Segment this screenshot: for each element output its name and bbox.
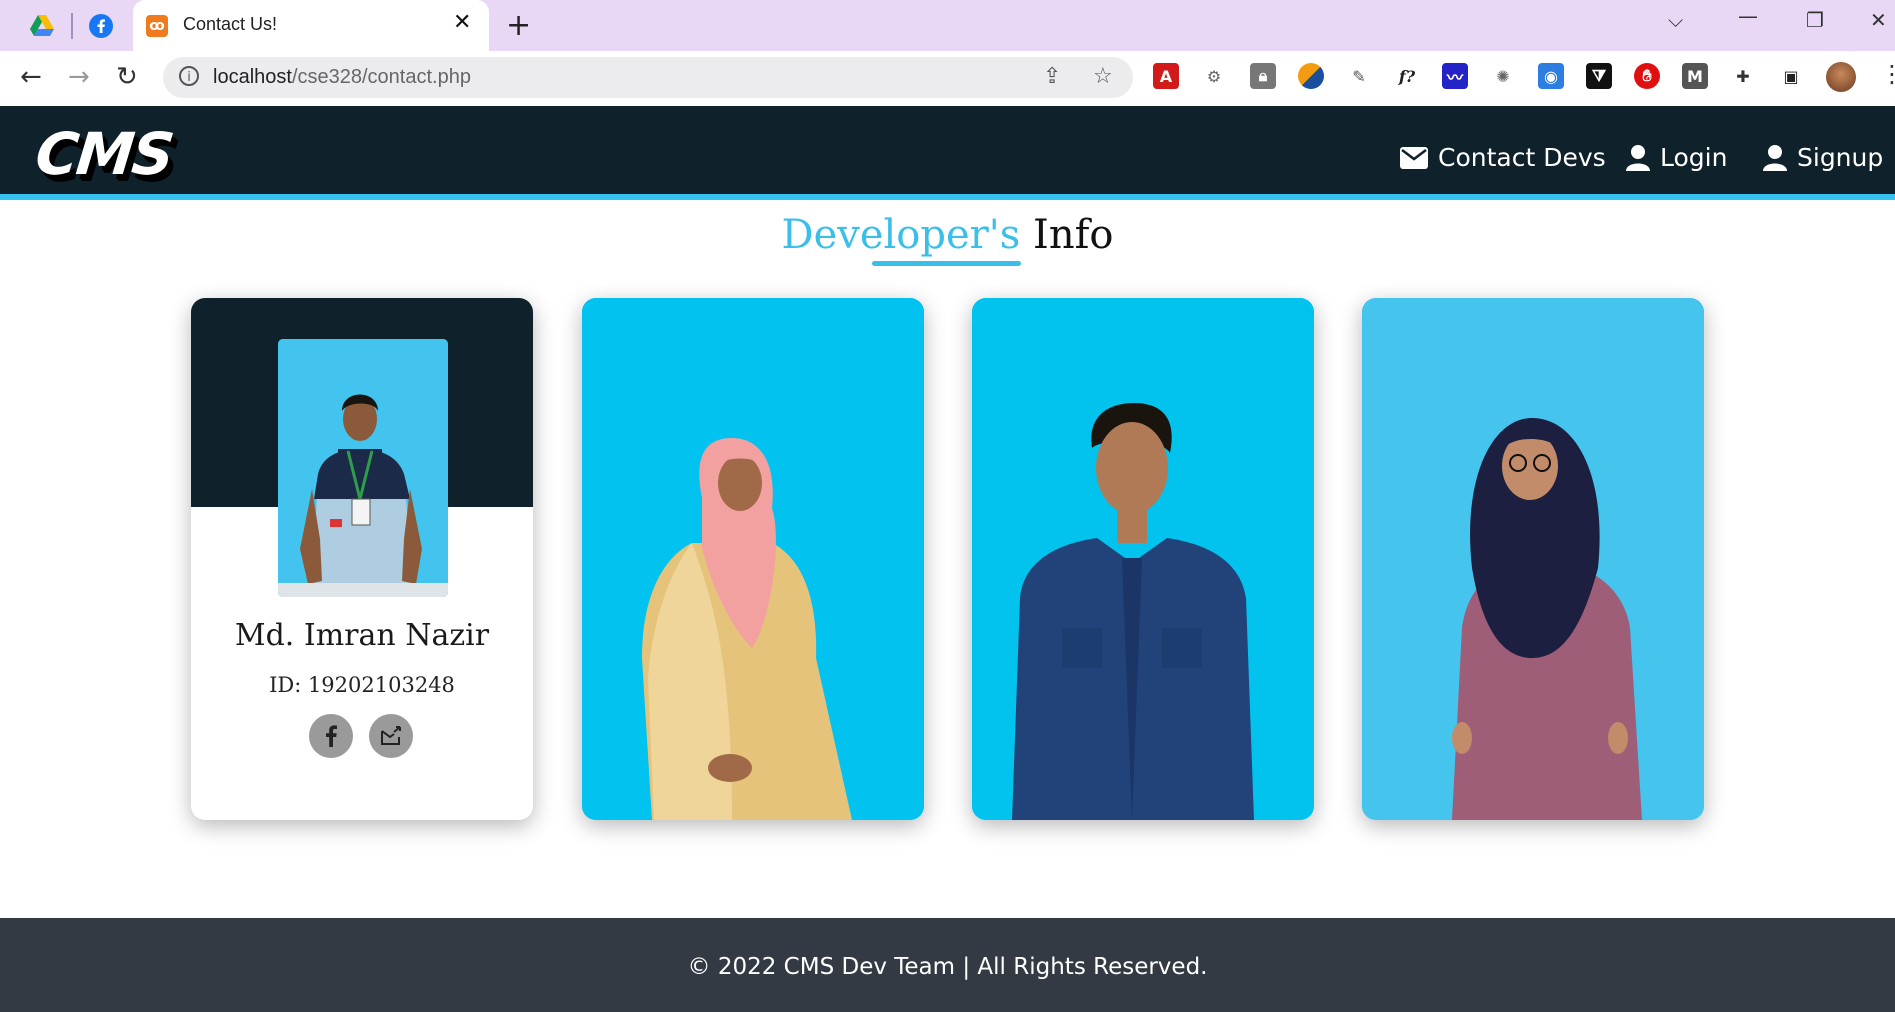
facebook-button[interactable] [309,714,353,758]
tab-contact-us[interactable]: ꝏ Contact Us! ✕ [133,0,489,51]
extension-icon[interactable]: ✺ [1490,63,1516,89]
nav-contact-devs[interactable]: Contact Devs [1400,143,1606,172]
xampp-favicon-icon: ꝏ [146,15,168,37]
tab-title: Contact Us! [183,14,278,34]
facebook-icon [326,725,337,747]
browser-tab-strip: ꝏ Contact Us! ✕ + ⌵ — ❐ ✕ [0,0,1895,51]
url-text[interactable]: localhost/cse328/contact.php [213,66,471,89]
email-button[interactable] [369,714,413,758]
cms-logo[interactable]: CMS [32,120,175,188]
restore-icon[interactable]: ❐ [1806,8,1824,32]
developer-photo-card[interactable] [972,298,1314,820]
developer-photo [278,339,448,597]
font-extension-icon[interactable]: f? [1394,63,1420,89]
pdf-extension-icon[interactable]: A [1153,63,1179,89]
chrome-menu-icon[interactable]: ⋮ [1880,60,1895,88]
side-panel-icon[interactable]: ▣ [1778,63,1804,89]
minimize-icon[interactable]: — [1738,4,1758,28]
developer-photo [582,298,924,820]
nav-signup[interactable]: Signup [1763,143,1883,172]
extensions-puzzle-icon[interactable]: ✚ [1730,63,1756,89]
new-tab-icon[interactable]: + [506,8,531,43]
nav-login[interactable]: Login [1626,143,1727,172]
site-info-icon[interactable]: i [179,66,199,86]
developer-photo [972,298,1314,820]
page-title: Developer's Info [0,212,1895,258]
tab-search-chevron-icon[interactable]: ⌵ [1668,8,1683,32]
page-title-rest: Info [1020,212,1114,258]
extension-icon[interactable]: M [1682,63,1708,89]
developer-name: Md. Imran Nazir [234,618,490,653]
forward-icon[interactable]: → [68,62,90,92]
bookmark-star-icon[interactable]: ☆ [1093,64,1113,89]
developer-photo-card[interactable] [1362,298,1704,820]
screen-record-extension-icon[interactable]: ◉ [1538,63,1564,89]
profile-avatar[interactable] [1826,62,1856,92]
extension-icon[interactable]: ⧩ [1586,63,1612,89]
reload-icon[interactable]: ↻ [116,62,138,92]
developer-photo-card[interactable] [582,298,924,820]
site-navbar: CMS Contact Devs Login Signup [0,106,1895,200]
title-underline [872,261,1021,266]
envelope-icon [1400,146,1428,169]
back-icon[interactable]: ← [20,62,42,92]
lock-extension-icon[interactable]: 🔒︎ [1250,63,1276,89]
footer-copyright: © 2022 CMS Dev Team | All Rights Reserve… [687,954,1208,980]
close-window-icon[interactable]: ✕ [1870,8,1887,32]
nav-signup-label: Signup [1797,143,1884,172]
nav-contact-devs-label: Contact Devs [1438,143,1606,172]
developer-photo [1362,298,1704,820]
developer-id: ID: 19202103248 [269,673,455,697]
eyedropper-extension-icon[interactable]: ✎ [1346,63,1372,89]
extension-icon[interactable] [1298,63,1324,89]
developer-card[interactable]: Md. Imran Nazir ID: 19202103248 [191,298,533,820]
share-icon[interactable]: ⇪ [1043,64,1061,89]
address-bar[interactable]: i localhost/cse328/contact.php ⇪ ☆ [163,57,1133,98]
user-icon [1763,144,1787,171]
extension-icon[interactable]: 〰 [1442,63,1468,89]
facebook-icon[interactable] [87,12,115,40]
user-icon [1626,144,1650,171]
page-title-accent: Developer's [781,212,1021,258]
extension-icon[interactable]: ⚙ [1201,63,1227,89]
close-tab-icon[interactable]: ✕ [453,10,471,35]
tab-separator [71,13,73,39]
nav-login-label: Login [1660,143,1728,172]
ad-block-extension-icon[interactable]: ✋︎ [1634,63,1660,89]
google-drive-icon[interactable] [28,12,56,40]
mail-icon [381,726,401,745]
site-footer: © 2022 CMS Dev Team | All Rights Reserve… [0,918,1895,1012]
